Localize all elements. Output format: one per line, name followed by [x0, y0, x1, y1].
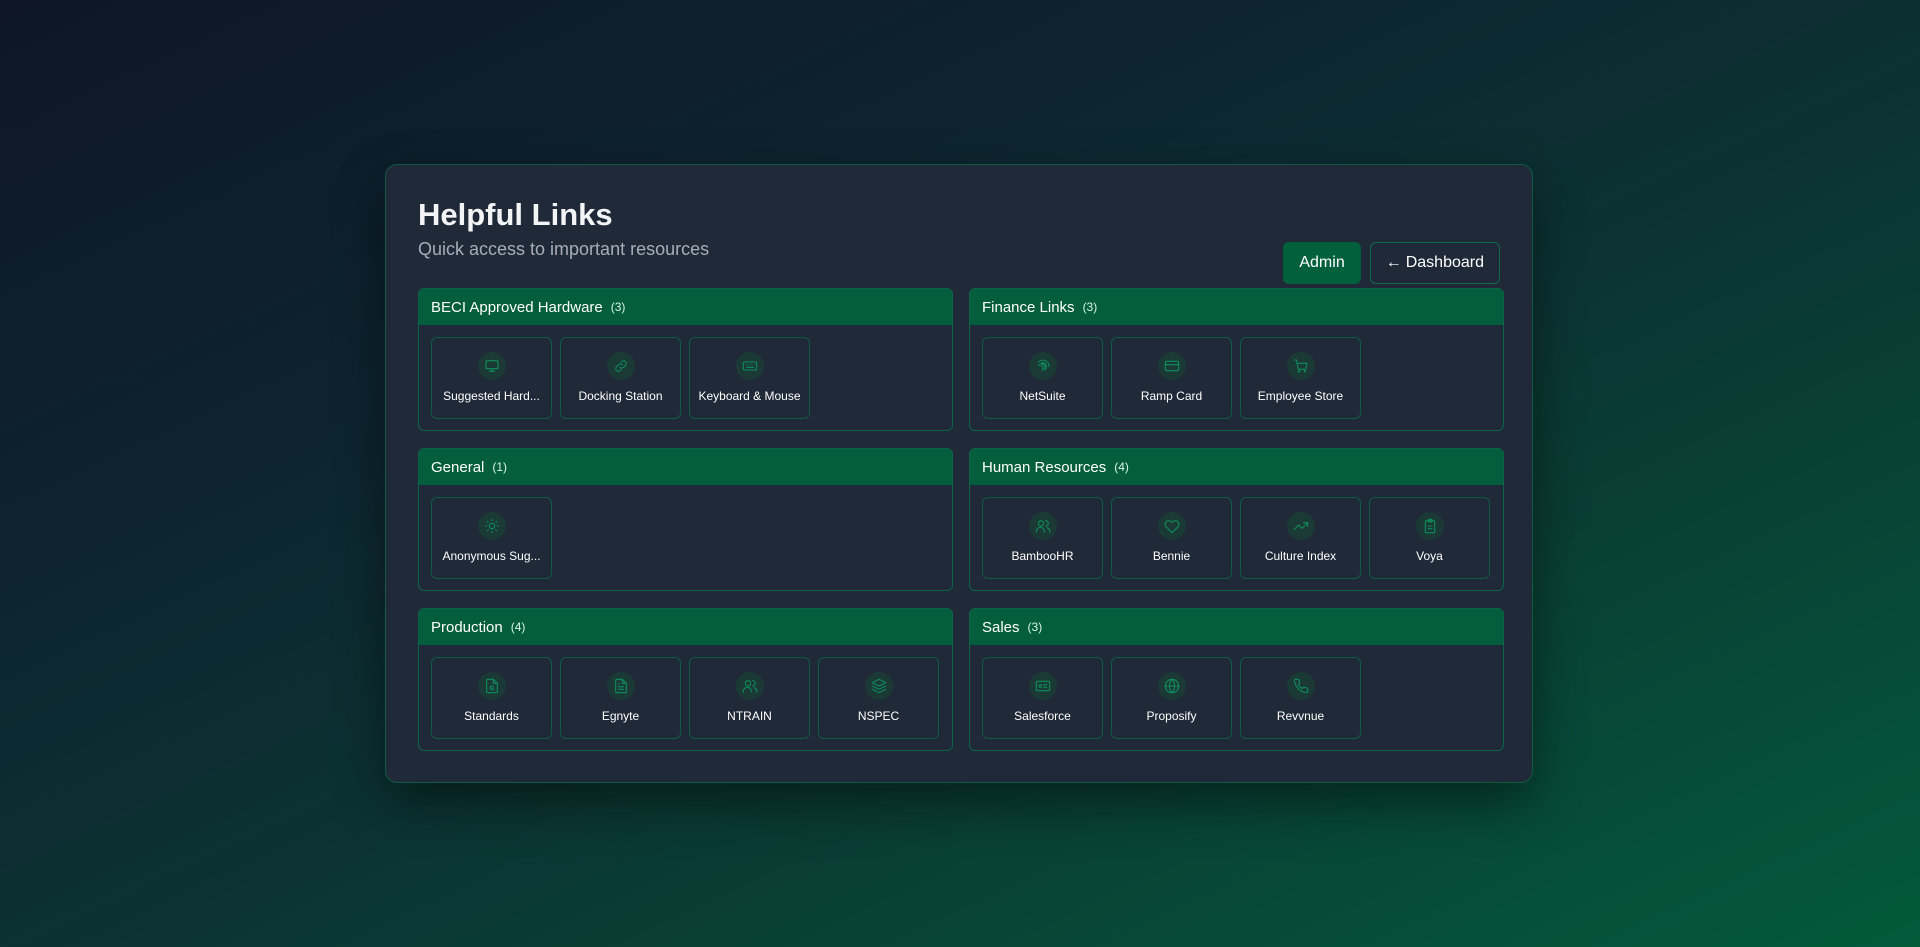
link-label: Revvnue: [1276, 709, 1325, 723]
link-label: Voya: [1416, 549, 1443, 563]
category-header: Human Resources (4): [970, 449, 1503, 485]
link-label: Proposify: [1146, 709, 1197, 723]
helpful-links-panel: Helpful Links Quick access to important …: [385, 164, 1533, 783]
link-tile-ramp-card[interactable]: Ramp Card: [1111, 337, 1232, 419]
link-label: Ramp Card: [1140, 389, 1203, 403]
category-name: Sales: [982, 618, 1020, 636]
page-header: Helpful Links Quick access to important …: [418, 197, 1500, 297]
arrow-left-icon: ←: [1385, 254, 1402, 271]
link-tile-culture-index[interactable]: Culture Index: [1240, 497, 1361, 579]
category-finance-links: Finance Links (3) NetSuite Ramp Card Employe…: [969, 288, 1504, 431]
category-links: NetSuite Ramp Card Employee Store: [970, 325, 1503, 430]
category-production: Production (4) Standards Egnyte NTRAIN NSPEC: [418, 608, 953, 751]
category-links: Standards Egnyte NTRAIN NSPEC: [419, 645, 952, 750]
category-name: BECI Approved Hardware: [431, 298, 603, 316]
header-actions: Admin ← Dashboard: [1283, 242, 1500, 284]
monitor-icon: [477, 352, 506, 380]
category-header: Sales (3): [970, 609, 1503, 645]
category-count: (1): [492, 460, 508, 474]
category-human-resources: Human Resources (4) BambooHR Bennie Culture …: [969, 448, 1504, 591]
category-links: BambooHR Bennie Culture Index Voya: [970, 485, 1503, 590]
dashboard-button-label: Dashboard: [1405, 254, 1484, 271]
clipboard-icon: [1415, 512, 1444, 540]
category-grid: BECI Approved Hardware (3) Suggested Hard.…: [418, 288, 1504, 751]
category-name: Production: [431, 618, 503, 636]
category-header: Production (4): [419, 609, 952, 645]
link-tile-proposify[interactable]: Proposify: [1111, 657, 1232, 739]
link-label: Anonymous Sug...: [442, 549, 541, 563]
link-tile-docking-station[interactable]: Docking Station: [560, 337, 681, 419]
link-label: Salesforce: [1014, 709, 1071, 723]
category-links: Suggested Hard... Docking Station Keyboard…: [419, 325, 952, 430]
link-label: BambooHR: [1011, 549, 1074, 563]
category-header: Finance Links (3): [970, 289, 1503, 325]
category-header: BECI Approved Hardware (3): [419, 289, 952, 325]
fingerprint-icon: [1028, 352, 1057, 380]
link-tile-nspec[interactable]: NSPEC: [818, 657, 939, 739]
link-label: Standards: [464, 709, 519, 723]
link-label: Suggested Hard...: [443, 389, 540, 403]
keyboard-icon: [735, 352, 764, 380]
users-icon: [735, 672, 764, 700]
link-label: Employee Store: [1257, 389, 1344, 403]
link-tile-revvnue[interactable]: Revvnue: [1240, 657, 1361, 739]
category-count: (4): [510, 620, 526, 634]
file-search-icon: [477, 672, 506, 700]
category-links: Salesforce Proposify Revvnue: [970, 645, 1503, 750]
link-label: Egnyte: [601, 709, 640, 723]
category-name: Finance Links: [982, 298, 1075, 316]
category-general: General (1) Anonymous Sug...: [418, 448, 953, 591]
link-tile-netsuite[interactable]: NetSuite: [982, 337, 1103, 419]
link-tile-anonymous-sug[interactable]: Anonymous Sug...: [431, 497, 552, 579]
lightbulb-icon: [477, 512, 506, 540]
users-icon: [1028, 512, 1057, 540]
link-tile-voya[interactable]: Voya: [1369, 497, 1490, 579]
globe-icon: [1157, 672, 1186, 700]
category-count: (4): [1114, 460, 1129, 474]
category-sales: Sales (3) Salesforce Proposify Revvnue: [969, 608, 1504, 751]
category-count: (3): [610, 300, 626, 314]
dashboard-button[interactable]: ← Dashboard: [1369, 242, 1500, 284]
link-label: Docking Station: [578, 389, 663, 403]
category-name: General: [431, 458, 485, 476]
category-links: Anonymous Sug...: [419, 485, 952, 590]
link-tile-bamboohr[interactable]: BambooHR: [982, 497, 1103, 579]
trending-up-icon: [1286, 512, 1315, 540]
link-tile-ntrain[interactable]: NTRAIN: [689, 657, 810, 739]
layers-icon: [864, 672, 893, 700]
link-label: Culture Index: [1264, 549, 1337, 563]
category-count: (3): [1027, 620, 1043, 634]
link-label: NSPEC: [857, 709, 900, 723]
category-beci-approved-hardware: BECI Approved Hardware (3) Suggested Hard.…: [418, 288, 953, 431]
credit-card-icon: [1157, 352, 1186, 380]
link-tile-employee-store[interactable]: Employee Store: [1240, 337, 1361, 419]
link-label: Keyboard & Mouse: [698, 389, 801, 403]
link-label: NTRAIN: [727, 709, 772, 723]
id-card-icon: [1028, 672, 1057, 700]
link-tile-bennie[interactable]: Bennie: [1111, 497, 1232, 579]
cart-icon: [1286, 352, 1315, 380]
heart-icon: [1157, 512, 1186, 540]
page-title: Helpful Links: [418, 197, 613, 232]
file-text-icon: [606, 672, 635, 700]
phone-icon: [1286, 672, 1315, 700]
link-tile-egnyte[interactable]: Egnyte: [560, 657, 681, 739]
category-name: Human Resources: [982, 458, 1107, 476]
link-tile-suggested-hard[interactable]: Suggested Hard...: [431, 337, 552, 419]
link-label: Bennie: [1152, 549, 1191, 563]
category-count: (3): [1082, 300, 1098, 314]
link-icon: [606, 352, 635, 380]
link-tile-salesforce[interactable]: Salesforce: [982, 657, 1103, 739]
link-tile-standards[interactable]: Standards: [431, 657, 552, 739]
link-tile-keyboard-and-mouse[interactable]: Keyboard & Mouse: [689, 337, 810, 419]
category-header: General (1): [419, 449, 952, 485]
link-label: NetSuite: [1019, 389, 1066, 403]
admin-button[interactable]: Admin: [1283, 242, 1361, 284]
